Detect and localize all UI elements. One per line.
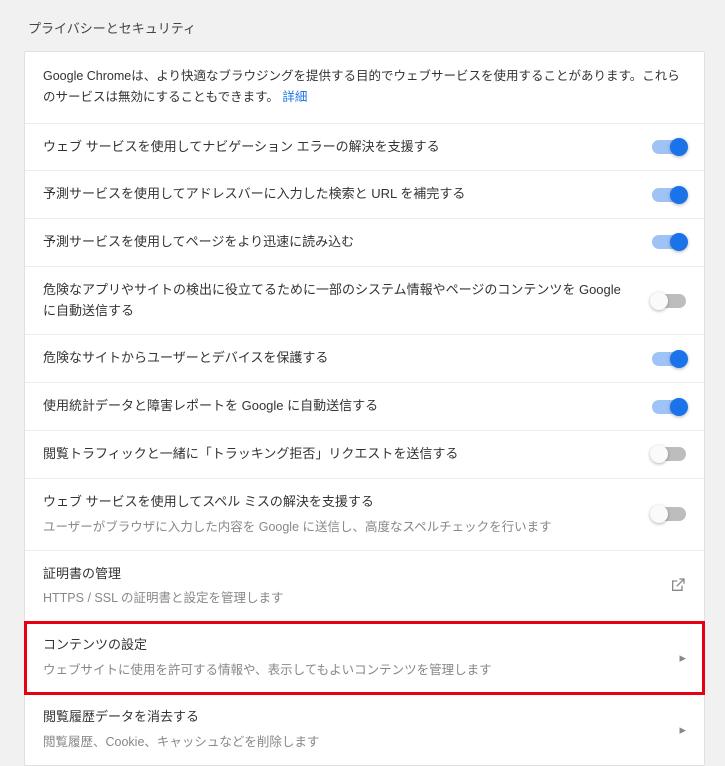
intro-text: Google Chromeは、より快適なブラウジングを提供する目的でウェブサービ…: [25, 52, 704, 124]
row-label: ウェブ サービスを使用してスペル ミスの解決を支援する: [43, 492, 628, 513]
row-prediction-page[interactable]: 予測サービスを使用してページをより迅速に読み込む: [25, 219, 704, 267]
toggle-prediction-url[interactable]: [652, 188, 686, 202]
external-link-icon: [670, 577, 686, 596]
toggle-nav-error[interactable]: [652, 140, 686, 154]
row-usage-stats[interactable]: 使用統計データと障害レポートを Google に自動送信する: [25, 383, 704, 431]
row-sub: ウェブサイトに使用を許可する情報や、表示してもよいコンテンツを管理します: [43, 660, 655, 680]
row-label: ウェブ サービスを使用してナビゲーション エラーの解決を支援する: [43, 137, 652, 158]
row-send-system-info[interactable]: 危険なアプリやサイトの検出に役立てるために一部のシステム情報やページのコンテンツ…: [25, 267, 704, 336]
row-nav-error[interactable]: ウェブ サービスを使用してナビゲーション エラーの解決を支援する: [25, 124, 704, 172]
row-safe-browsing[interactable]: 危険なサイトからユーザーとデバイスを保護する: [25, 335, 704, 383]
row-label: 予測サービスを使用してページをより迅速に読み込む: [43, 232, 652, 253]
row-text: 閲覧履歴データを消去する 閲覧履歴、Cookie、キャッシュなどを削除します: [43, 707, 679, 752]
row-label: 閲覧トラフィックと一緒に「トラッキング拒否」リクエストを送信する: [43, 444, 652, 465]
chevron-right-icon: ▸: [679, 722, 686, 738]
row-label: 閲覧履歴データを消去する: [43, 707, 655, 728]
row-prediction-url[interactable]: 予測サービスを使用してアドレスバーに入力した検索と URL を補完する: [25, 171, 704, 219]
row-sub: HTTPS / SSL の証明書と設定を管理します: [43, 588, 646, 608]
row-sub: 閲覧履歴、Cookie、キャッシュなどを削除します: [43, 732, 655, 752]
privacy-card: Google Chromeは、より快適なブラウジングを提供する目的でウェブサービ…: [24, 51, 705, 766]
toggle-prediction-page[interactable]: [652, 235, 686, 249]
row-content-settings[interactable]: コンテンツの設定 ウェブサイトに使用を許可する情報や、表示してもよいコンテンツを…: [25, 622, 704, 694]
row-text: 証明書の管理 HTTPS / SSL の証明書と設定を管理します: [43, 564, 670, 609]
row-certificates[interactable]: 証明書の管理 HTTPS / SSL の証明書と設定を管理します: [25, 551, 704, 623]
row-spellcheck[interactable]: ウェブ サービスを使用してスペル ミスの解決を支援する ユーザーがブラウザに入力…: [25, 479, 704, 551]
intro-detail-link[interactable]: 詳細: [282, 90, 307, 104]
row-text: ウェブ サービスを使用してスペル ミスの解決を支援する ユーザーがブラウザに入力…: [43, 492, 652, 537]
toggle-send-system-info[interactable]: [652, 294, 686, 308]
toggle-usage-stats[interactable]: [652, 400, 686, 414]
row-label: 予測サービスを使用してアドレスバーに入力した検索と URL を補完する: [43, 184, 652, 205]
toggle-do-not-track[interactable]: [652, 447, 686, 461]
row-label: 使用統計データと障害レポートを Google に自動送信する: [43, 396, 652, 417]
row-label: 危険なサイトからユーザーとデバイスを保護する: [43, 348, 652, 369]
row-label: 危険なアプリやサイトの検出に役立てるために一部のシステム情報やページのコンテンツ…: [43, 280, 652, 322]
row-do-not-track[interactable]: 閲覧トラフィックと一緒に「トラッキング拒否」リクエストを送信する: [25, 431, 704, 479]
toggle-safe-browsing[interactable]: [652, 352, 686, 366]
chevron-right-icon: ▸: [679, 650, 686, 666]
intro-body: Google Chromeは、より快適なブラウジングを提供する目的でウェブサービ…: [43, 69, 680, 104]
row-label: 証明書の管理: [43, 564, 646, 585]
row-text: コンテンツの設定 ウェブサイトに使用を許可する情報や、表示してもよいコンテンツを…: [43, 635, 679, 680]
row-label: コンテンツの設定: [43, 635, 655, 656]
section-title: プライバシーとセキュリティ: [0, 0, 725, 51]
row-clear-browsing-data[interactable]: 閲覧履歴データを消去する 閲覧履歴、Cookie、キャッシュなどを削除します ▸: [25, 694, 704, 765]
toggle-spellcheck[interactable]: [652, 507, 686, 521]
row-sub: ユーザーがブラウザに入力した内容を Google に送信し、高度なスペルチェック…: [43, 517, 628, 537]
